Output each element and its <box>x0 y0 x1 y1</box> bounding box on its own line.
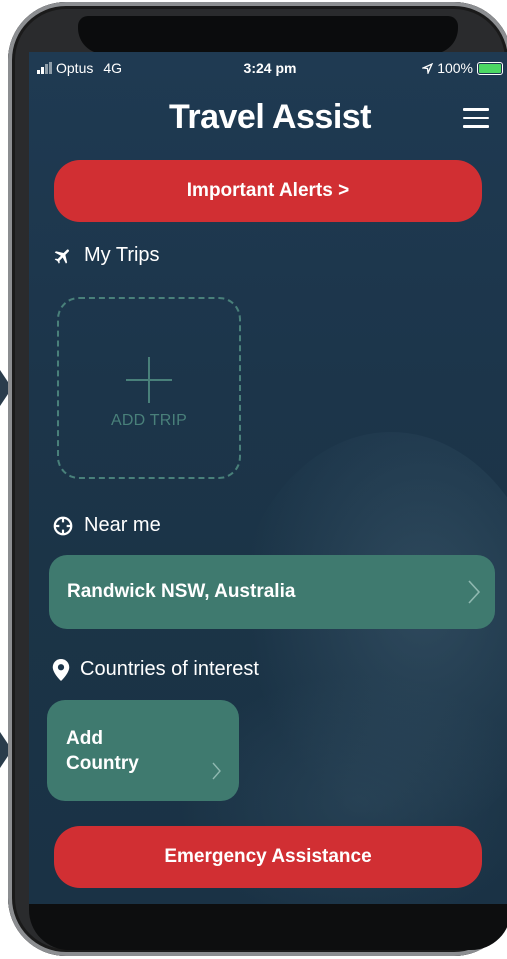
add-country-button[interactable]: Add Country <box>47 700 239 801</box>
add-trip-label: ADD TRIP <box>111 412 187 429</box>
important-alerts-button[interactable]: Important Alerts > <box>54 160 482 222</box>
location-pin-icon <box>52 658 70 681</box>
countries-label: Countries of interest <box>80 658 259 680</box>
near-me-label: Near me <box>84 514 161 536</box>
location-arrow-icon <box>422 62 434 74</box>
chevron-right-icon <box>468 580 481 604</box>
status-right: 100% <box>422 60 503 76</box>
page-title: Travel Assist <box>168 98 372 136</box>
my-trips-heading: My Trips <box>52 244 160 267</box>
add-trip-button[interactable]: ADD TRIP <box>57 297 241 479</box>
phone-bottom-bezel <box>29 904 507 950</box>
battery-icon <box>477 61 503 75</box>
hamburger-menu-icon[interactable] <box>463 108 489 128</box>
near-me-location: Randwick NSW, Australia <box>67 581 296 602</box>
crosshair-icon <box>53 516 73 535</box>
countries-heading: Countries of interest <box>52 658 259 681</box>
battery-percent: 100% <box>437 60 473 76</box>
add-country-label: Add Country <box>66 726 139 776</box>
my-trips-label: My Trips <box>84 244 160 266</box>
add-country-line1: Add <box>66 728 103 749</box>
near-me-location-card[interactable]: Randwick NSW, Australia <box>49 555 495 629</box>
status-bar: Optus 4G 3:24 pm 100% <box>29 58 507 80</box>
plus-icon <box>126 357 172 403</box>
app-screen: Optus 4G 3:24 pm 100% Travel Assist Impo… <box>29 52 507 904</box>
near-me-heading: Near me <box>52 514 161 537</box>
add-country-line2: Country <box>66 753 139 774</box>
chevron-right-icon <box>212 762 221 780</box>
emergency-assistance-button[interactable]: Emergency Assistance <box>54 826 482 888</box>
phone-notch <box>78 16 458 54</box>
plane-icon <box>54 248 69 264</box>
